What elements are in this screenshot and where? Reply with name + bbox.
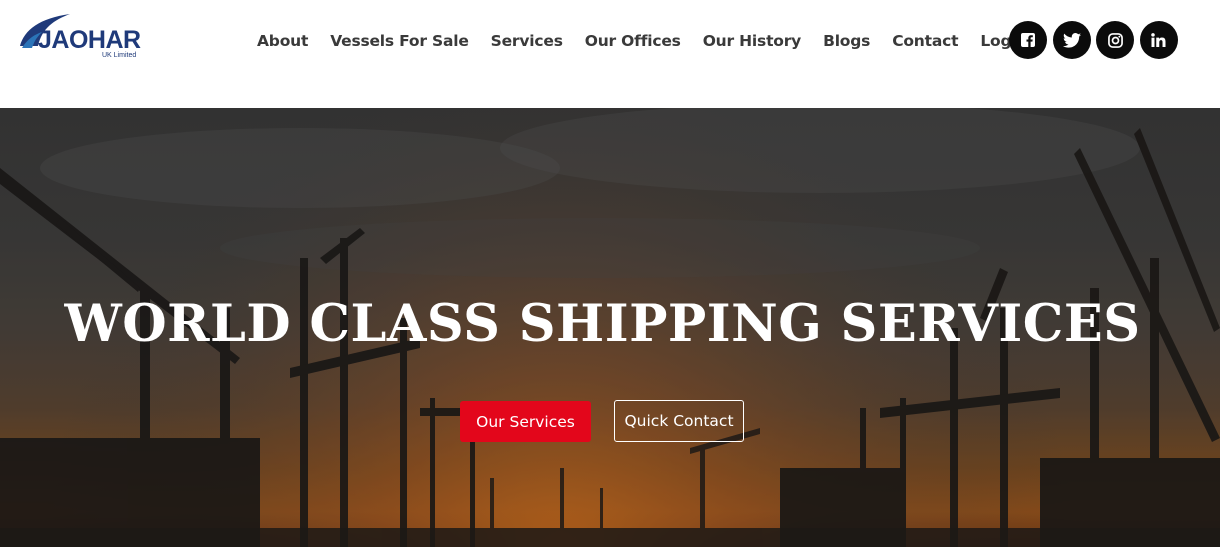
- nav-vessels-for-sale[interactable]: Vessels For Sale: [330, 32, 469, 50]
- linkedin-icon: [1151, 33, 1166, 47]
- quick-contact-button[interactable]: Quick Contact: [614, 400, 744, 442]
- hero-banner: WORLD CLASS SHIPPING SERVICES Our Servic…: [0, 108, 1220, 547]
- brand-subtitle: UK Limited: [102, 52, 137, 59]
- nav-contact[interactable]: Contact: [892, 32, 958, 50]
- linkedin-link[interactable]: [1139, 21, 1178, 59]
- facebook-link[interactable]: [1009, 21, 1047, 59]
- nav-services[interactable]: Services: [491, 32, 563, 50]
- facebook-icon: [1021, 33, 1035, 47]
- instagram-icon: [1107, 32, 1123, 48]
- nav-our-offices[interactable]: Our Offices: [585, 32, 681, 50]
- instagram-link[interactable]: [1096, 21, 1134, 59]
- brand-name: JAOHAR: [38, 26, 141, 54]
- nav-blogs[interactable]: Blogs: [823, 32, 870, 50]
- social-links: [1009, 21, 1183, 59]
- hero-title: WORLD CLASS SHIPPING SERVICES: [64, 294, 1141, 354]
- site-header: JAOHAR UK Limited About Vessels For Sale…: [0, 0, 1220, 108]
- jaohar-logo[interactable]: JAOHAR UK Limited: [18, 12, 142, 64]
- our-services-button[interactable]: Our Services: [460, 401, 591, 442]
- nav-about[interactable]: About: [257, 32, 308, 50]
- twitter-link[interactable]: [1052, 21, 1091, 59]
- twitter-icon: [1062, 32, 1081, 48]
- nav-our-history[interactable]: Our History: [703, 32, 802, 50]
- main-nav: About Vessels For Sale Services Our Offi…: [246, 30, 1038, 52]
